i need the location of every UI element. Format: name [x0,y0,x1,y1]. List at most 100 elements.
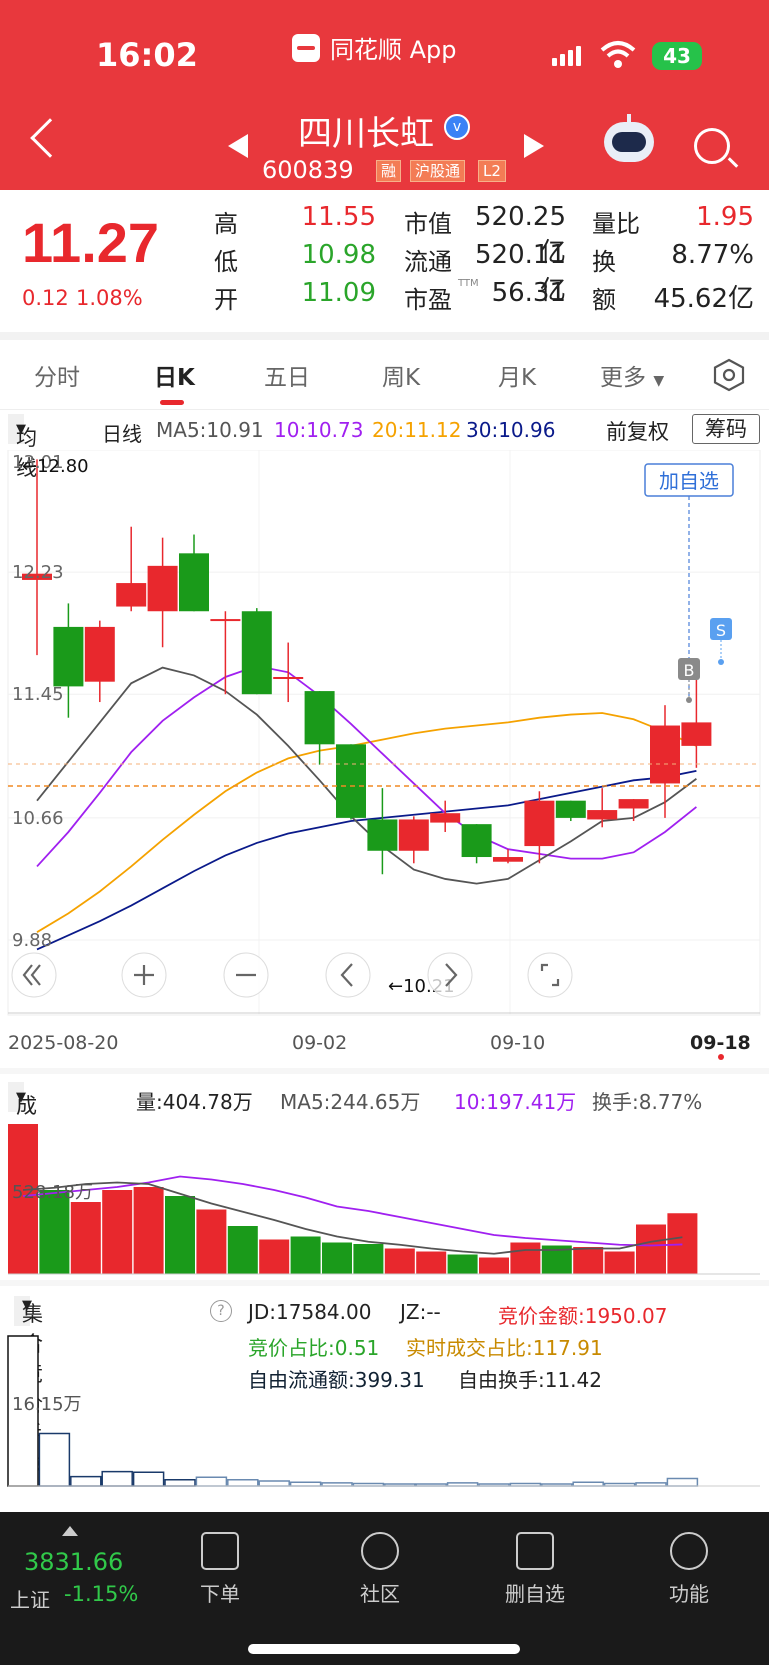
volume-bar [510,1242,541,1274]
auction-bar [258,1480,290,1487]
chip-distribution-button[interactable]: 筹码 [692,414,760,444]
volume-bar [353,1244,384,1274]
value-low: 10.98 [301,240,376,270]
tab-five-day[interactable]: 五日 [264,358,310,392]
label-mktcap: 市值 [404,210,452,238]
volume-turnover: 换手:8.77% [592,1090,703,1114]
volume-bar [165,1196,195,1274]
candle-body [179,553,209,612]
label-float: 流通 [404,248,452,276]
help-icon[interactable]: ? [210,1300,232,1322]
remove-watchlist-icon[interactable] [516,1532,554,1570]
volume-value: 量:404.78万 [136,1090,253,1114]
tab-intraday[interactable]: 分时 [34,358,80,392]
label-volratio: 量比 [592,210,640,238]
next-stock-button[interactable] [524,134,544,158]
index-expand-icon[interactable] [62,1526,78,1536]
price-axis-label: 9.88 [12,930,52,951]
bottom-toolbar: 3831.66 上证 -1.15% 下单 社区 删自选 功能 [0,1512,769,1665]
active-tab-indicator [160,400,184,405]
control-glyphs [22,963,560,987]
price-change-pct: 1.08% [76,286,143,310]
ma5-value: MA5:10.91 [156,418,264,442]
status-time: 16:02 [96,36,198,74]
tab-monthly-k[interactable]: 月K [498,358,536,392]
volume-chart[interactable]: 528.18万 [0,1118,769,1278]
settings-hexagon-icon[interactable] [712,358,746,392]
volume-bar [384,1248,415,1274]
candle-body [681,722,712,746]
ma-legend-bar: 均线 ▼ 日线 MA5:10.91 10:10.73 20:11.12 30:1… [0,410,769,480]
adjust-button[interactable]: 前复权 [606,416,669,446]
tab-daily-k[interactable]: 日K [154,358,195,392]
add-watchlist-label: 加自选 [659,469,719,493]
period-label: 日线 [102,422,142,446]
scroll-right-button[interactable] [427,952,473,998]
price-axis-label: 10.66 [12,808,64,829]
kline-grid [8,450,760,1015]
kline-frame [7,450,761,1016]
candle-body [273,676,304,679]
order-label[interactable]: 下单 [190,1578,250,1607]
back-button[interactable] [30,118,70,158]
auction-bar [666,1477,699,1487]
volume-bar [604,1251,635,1274]
auction-bar [164,1479,196,1487]
indicator-dropdown[interactable]: 均线 ▼ [8,414,37,480]
candle-body [116,583,147,607]
index-name: 上证 [10,1588,50,1612]
remove-watchlist-label[interactable]: 删自选 [495,1578,575,1607]
fullscreen-button[interactable] [527,952,573,998]
function-label[interactable]: 功能 [659,1578,719,1607]
price-axis-label: 11.45 [12,684,64,705]
volume-bar [259,1239,290,1274]
index-value[interactable]: 3831.66 [24,1548,123,1576]
divider [0,332,769,340]
volume-dropdown[interactable]: 成交量 ▼ [8,1082,37,1178]
ma-lines [36,665,697,951]
candle-body [367,819,398,851]
kline-chart[interactable]: 13.0112.2311.4510.669.88 ←12.80 ←10.21 加… [0,450,769,1028]
value-high: 11.55 [301,202,376,232]
ma10-value: 10:10.73 [274,418,364,442]
candle-body [524,800,555,847]
app-name: 同花顺 App [330,36,457,64]
x-label-0918: 09-18 [690,1032,751,1054]
candle-body [304,691,335,745]
auction-amount: 竞价金额:1950.07 [498,1304,668,1328]
tab-weekly-k[interactable]: 周K [382,358,420,392]
app-title: 同花顺 App [292,30,457,65]
scroll-left-button[interactable] [325,952,371,998]
order-icon[interactable] [201,1532,239,1570]
wifi-icon [600,41,636,68]
value-open: 11.09 [301,278,376,308]
volume-bar [133,1187,164,1274]
auction-chart[interactable]: 16.15万 [0,1326,769,1490]
buy-marker-dot [686,697,692,703]
candle-body [555,800,586,818]
candle-body [53,626,84,687]
community-icon[interactable] [361,1532,399,1570]
label-low: 低 [214,248,238,276]
auction-dropdown[interactable]: 集合竞价手数 ▼ [14,1296,43,1476]
quote-panel: 11.27 0.12 1.08% 高 11.55 低 10.98 开 11.09… [0,190,769,332]
pe-ttm-sup: TTM [458,278,479,289]
label-turnover: 换 [592,248,616,276]
volume-bar [290,1236,321,1274]
scroll-to-start-button[interactable] [11,952,57,998]
auction-jd: JD:17584.00 [248,1300,372,1324]
candle-body [210,619,241,622]
auction-bar [195,1476,228,1487]
community-label[interactable]: 社区 [350,1578,410,1607]
tag-margin: 融 [376,160,402,182]
tab-more[interactable]: 更多 ▼ [600,358,664,392]
function-menu-icon[interactable] [670,1532,708,1570]
assistant-robot-icon[interactable] [604,114,654,162]
volume-bar [102,1190,133,1274]
search-icon[interactable] [694,128,730,164]
auction-bar [70,1475,102,1487]
auction-bar [38,1432,71,1487]
auction-bar [227,1479,259,1487]
buy-marker-label: B [684,661,695,680]
prev-stock-button[interactable] [228,134,248,158]
